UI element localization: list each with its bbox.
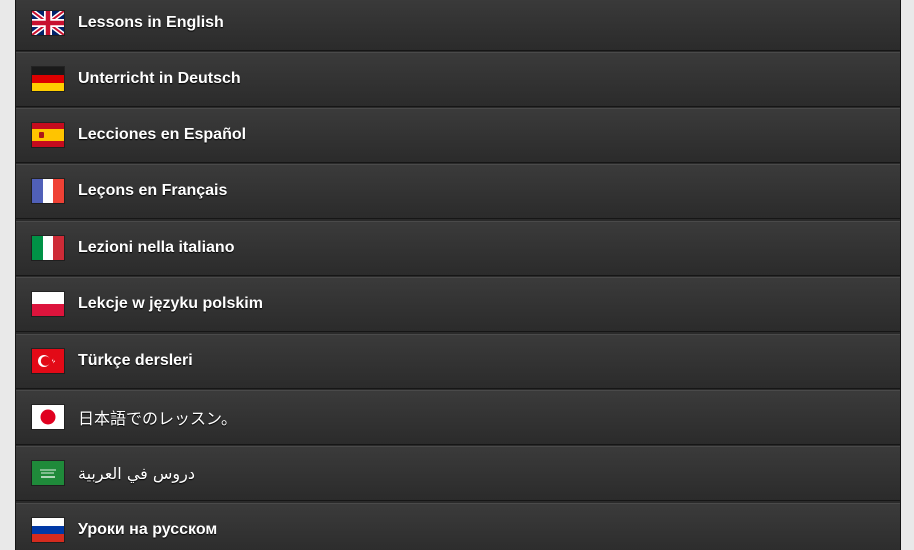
turkey-flag-icon <box>32 349 64 373</box>
uk-flag-icon <box>32 11 64 35</box>
japan-flag-icon <box>32 405 64 429</box>
language-label-russian: Уроки на русском <box>78 521 218 538</box>
language-item-italian[interactable]: Lezioni nella italiano <box>16 221 900 276</box>
language-item-turkish[interactable]: Türkçe dersleri <box>16 334 900 389</box>
language-label-japanese: 日本語でのレッスン。 <box>78 409 238 428</box>
russia-flag-icon <box>32 518 64 542</box>
language-item-arabic[interactable]: دروس في العربية <box>16 446 900 501</box>
france-flag-icon <box>32 179 64 203</box>
language-item-german[interactable]: Unterricht in Deutsch <box>16 52 900 107</box>
language-list: Lessons in English Unterricht in Deutsch… <box>15 0 901 550</box>
language-label-italian: Lezioni nella italiano <box>78 239 235 256</box>
language-item-english[interactable]: Lessons in English <box>16 0 900 51</box>
spain-flag-icon <box>32 123 64 147</box>
language-item-french[interactable]: Leçons en Français <box>16 164 900 219</box>
language-item-japanese[interactable]: 日本語でのレッスン。 <box>16 390 900 445</box>
language-label-polish: Lekcje w języku polskim <box>78 295 263 312</box>
language-item-polish[interactable]: Lekcje w języku polskim <box>16 277 900 332</box>
language-label-turkish: Türkçe dersleri <box>78 352 193 369</box>
language-label-german: Unterricht in Deutsch <box>78 70 241 87</box>
italy-flag-icon <box>32 236 64 260</box>
language-item-spanish[interactable]: Lecciones en Español <box>16 108 900 163</box>
saudi-arabia-flag-icon <box>32 461 64 485</box>
language-label-french: Leçons en Français <box>78 182 228 199</box>
germany-flag-icon <box>32 67 64 91</box>
language-label-spanish: Lecciones en Español <box>78 126 247 143</box>
language-item-russian[interactable]: Уроки на русском <box>16 503 900 550</box>
poland-flag-icon <box>32 292 64 316</box>
language-label-arabic: دروس في العربية <box>78 463 195 483</box>
language-label-english: Lessons in English <box>78 14 224 31</box>
